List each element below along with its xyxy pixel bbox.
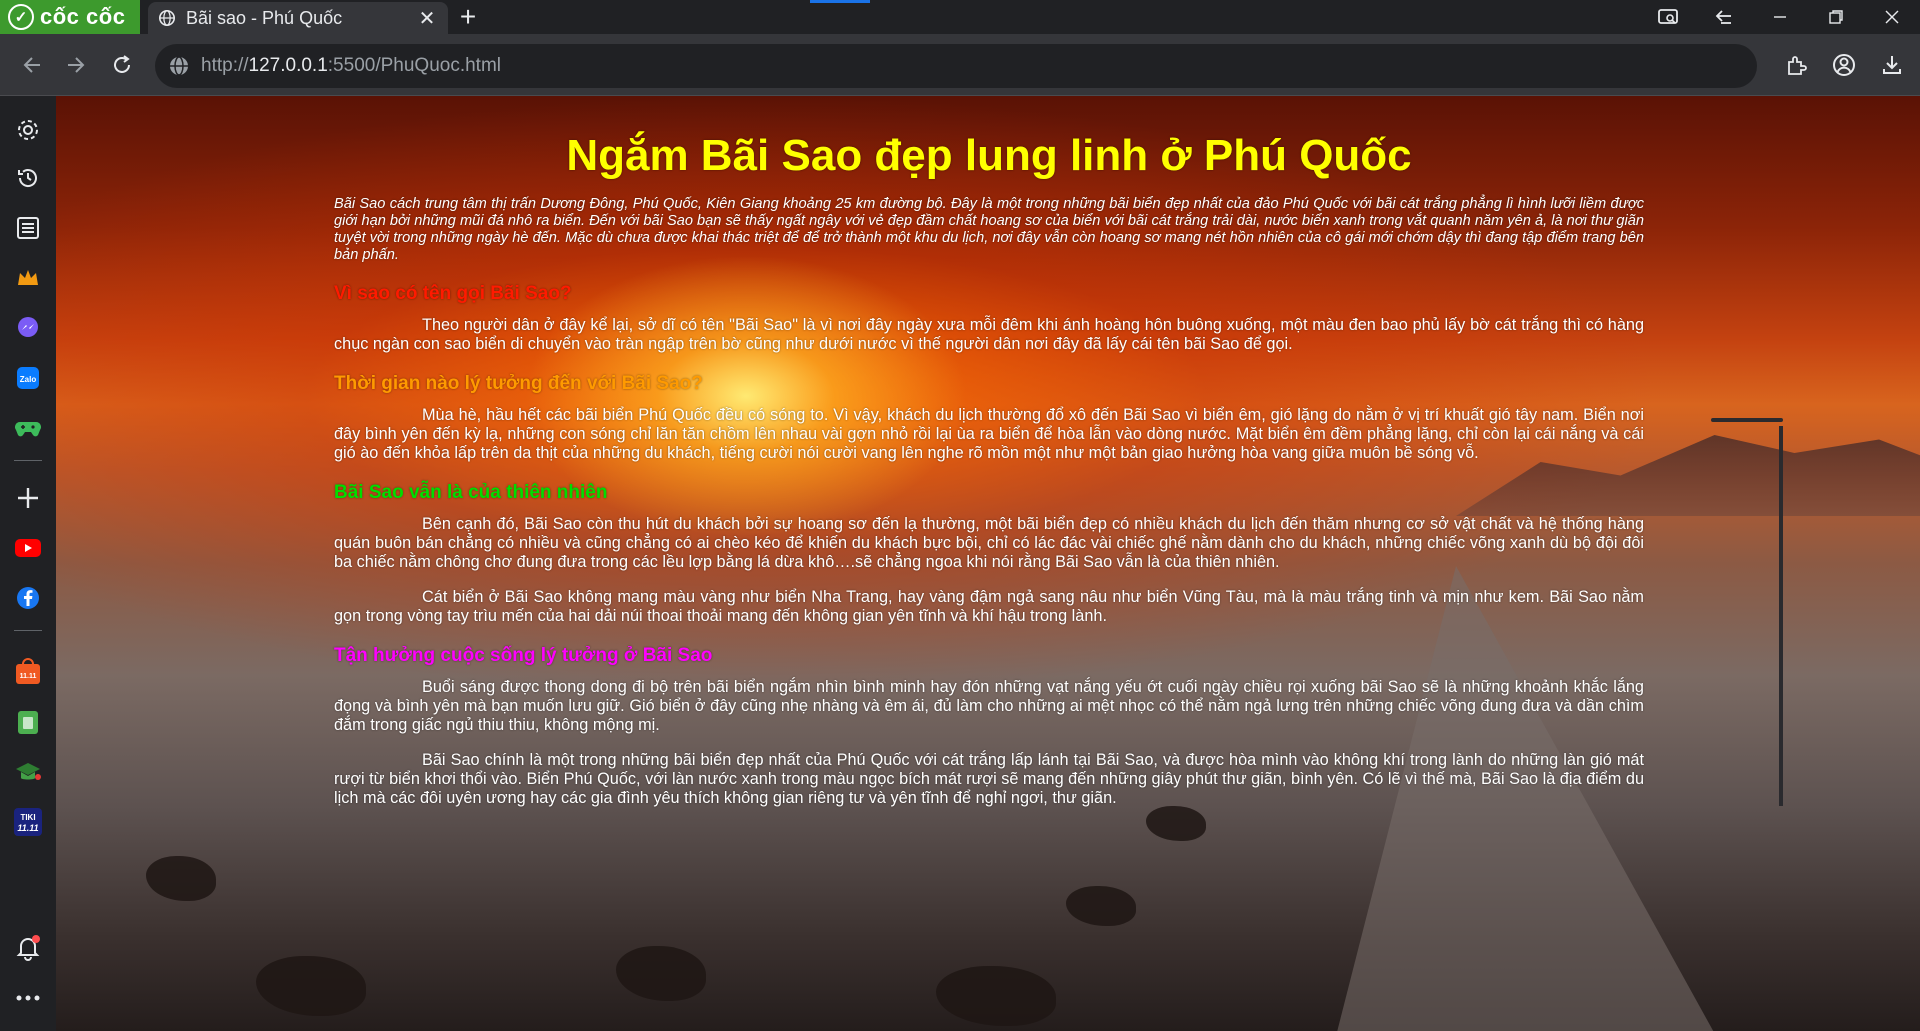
tab-drag-indicator bbox=[810, 0, 870, 3]
sidebar: Zalo 11.11 TIKI 11.11 bbox=[0, 96, 56, 1031]
section-paragraph: Theo người dân ở đây kể lại, sở dĩ có tê… bbox=[334, 316, 1644, 353]
section-paragraph: Bên cạnh đó, Bãi Sao còn thu hút du khác… bbox=[334, 515, 1644, 571]
section-heading: Tận hưởng cuộc sống lý tưởng ở Bãi Sao bbox=[334, 645, 713, 666]
coccoc-logo-icon: ✓ bbox=[8, 4, 34, 30]
facebook-icon[interactable] bbox=[12, 582, 44, 614]
browser-brand[interactable]: ✓ cốc cốc bbox=[0, 0, 140, 34]
add-icon[interactable] bbox=[12, 482, 44, 514]
download-icon[interactable] bbox=[1872, 46, 1912, 84]
sidebar-divider bbox=[14, 460, 42, 461]
section-heading: Thời gian nào lý tưởng đến với Bãi Sao? bbox=[334, 373, 703, 394]
history-icon[interactable] bbox=[12, 162, 44, 194]
intro-paragraph: Bãi Sao cách trung tâm thị trấn Dương Đô… bbox=[334, 196, 1644, 263]
game-icon[interactable] bbox=[12, 412, 44, 444]
background-rock bbox=[936, 966, 1056, 1026]
toolbar: http://127.0.0.1:5500/PhuQuoc.html bbox=[0, 34, 1920, 96]
title-bar: ✓ cốc cốc Bãi sao - Phú Quốc ✕ + bbox=[0, 0, 1920, 34]
reading-list-icon[interactable] bbox=[12, 212, 44, 244]
notification-icon[interactable] bbox=[12, 932, 44, 964]
svg-text:Zalo: Zalo bbox=[20, 375, 37, 384]
background-rock bbox=[146, 856, 216, 901]
section-heading: Bãi Sao vẫn là của thiên nhiên bbox=[334, 482, 608, 503]
article: Ngắm Bãi Sao đẹp lung linh ở Phú Quốc Bã… bbox=[334, 96, 1644, 808]
back-icon[interactable] bbox=[12, 46, 52, 84]
background-rock bbox=[256, 956, 366, 1016]
youtube-icon[interactable] bbox=[12, 532, 44, 564]
close-icon[interactable] bbox=[1864, 0, 1920, 34]
reload-icon[interactable] bbox=[102, 46, 142, 84]
tab-close-icon[interactable]: ✕ bbox=[416, 6, 438, 31]
section-paragraph: Cát biển ở Bãi Sao không mang màu vàng n… bbox=[334, 588, 1644, 625]
back-arrows-icon[interactable] bbox=[1696, 0, 1752, 34]
section-paragraph: Bãi Sao chính là một trong những bãi biể… bbox=[334, 751, 1644, 807]
svg-text:11.11: 11.11 bbox=[17, 823, 38, 833]
screen-capture-icon[interactable] bbox=[1640, 0, 1696, 34]
brand-name: cốc cốc bbox=[40, 4, 126, 29]
shop-icon[interactable]: 11.11 bbox=[12, 656, 44, 688]
site-info-icon[interactable] bbox=[167, 54, 191, 78]
section-paragraph: Mùa hè, hầu hết các bãi biển Phú Quốc đề… bbox=[334, 406, 1644, 462]
tiki-icon[interactable]: TIKI 11.11 bbox=[12, 806, 44, 838]
minimize-icon[interactable] bbox=[1752, 0, 1808, 34]
messenger-icon[interactable] bbox=[12, 312, 44, 344]
svg-text:11.11: 11.11 bbox=[20, 673, 37, 680]
restore-icon[interactable] bbox=[1808, 0, 1864, 34]
settings-icon[interactable] bbox=[12, 114, 44, 146]
background-rock bbox=[616, 946, 706, 1001]
background-lamp bbox=[1711, 418, 1783, 422]
background-lamp-pole bbox=[1779, 426, 1783, 806]
education-icon[interactable] bbox=[12, 756, 44, 788]
voucher-icon[interactable] bbox=[12, 706, 44, 738]
page-title: Ngắm Bãi Sao đẹp lung linh ở Phú Quốc bbox=[566, 131, 1412, 180]
new-tab-button[interactable]: + bbox=[452, 2, 484, 32]
toolbar-actions bbox=[1776, 46, 1912, 84]
section-heading: Vì sao có tên gọi Bãi Sao? bbox=[334, 283, 572, 304]
globe-icon bbox=[158, 9, 176, 27]
profile-icon[interactable] bbox=[1824, 46, 1864, 84]
background-rock bbox=[1146, 806, 1206, 841]
background-rock bbox=[1066, 886, 1136, 926]
address-bar[interactable]: http://127.0.0.1:5500/PhuQuoc.html bbox=[155, 44, 1757, 88]
tab-active[interactable]: Bãi sao - Phú Quốc ✕ bbox=[148, 2, 448, 34]
page-viewport[interactable]: Ngắm Bãi Sao đẹp lung linh ở Phú Quốc Bã… bbox=[56, 96, 1920, 1031]
more-icon[interactable] bbox=[12, 982, 44, 1014]
section-paragraph: Buổi sáng được thong dong đi bộ trên bãi… bbox=[334, 678, 1644, 734]
zalo-icon[interactable]: Zalo bbox=[12, 362, 44, 394]
extensions-icon[interactable] bbox=[1776, 46, 1816, 84]
window-controls bbox=[1640, 0, 1920, 34]
svg-text:TIKI: TIKI bbox=[20, 813, 35, 822]
forward-icon[interactable] bbox=[56, 46, 96, 84]
crown-icon[interactable] bbox=[12, 262, 44, 294]
sidebar-divider bbox=[14, 630, 42, 631]
url-text: http://127.0.0.1:5500/PhuQuoc.html bbox=[201, 55, 501, 76]
tab-title: Bãi sao - Phú Quốc bbox=[186, 7, 343, 28]
